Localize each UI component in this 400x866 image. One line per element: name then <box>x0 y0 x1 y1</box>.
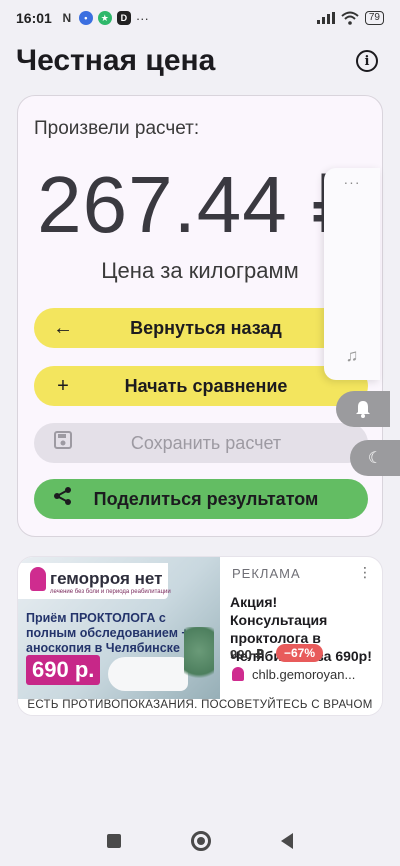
music-icon[interactable]: ♫ <box>324 346 380 366</box>
result-label: Произвели расчет: <box>34 118 200 139</box>
back-nav-button[interactable] <box>281 833 293 849</box>
ad-banner[interactable]: геморроя нет лечение без боли и периода … <box>17 556 383 716</box>
ad-disclaimer: ЕСТЬ ПРОТИВОПОКАЗАНИЯ. ПОСОВЕТУЙТЕСЬ С В… <box>18 699 382 715</box>
green-app-icon: ★ <box>97 11 112 25</box>
signal-icon <box>316 12 335 24</box>
moon-glyph: ☾ <box>367 450 383 467</box>
status-right: 79 <box>316 11 384 25</box>
save-button[interactable]: Сохранить расчет <box>34 423 368 463</box>
floating-side-panel[interactable]: ··· ♫ <box>324 168 380 380</box>
back-button[interactable]: ← Вернуться назад <box>34 308 368 348</box>
compare-button[interactable]: + Начать сравнение <box>34 366 368 406</box>
nfc-icon: N <box>62 11 72 25</box>
bell-icon[interactable] <box>336 391 390 427</box>
save-icon <box>52 431 74 455</box>
ad-domain-icon <box>232 667 244 681</box>
ad-discount-badge: −67% <box>276 644 324 662</box>
share-button[interactable]: Поделиться результатом <box>34 479 368 519</box>
more-notifications-icon: ··· <box>135 10 149 26</box>
ad-brand-subtitle: лечение без боли и периода реабилитации <box>50 589 171 595</box>
status-time: 16:01 <box>16 10 52 26</box>
ad-brand: геморроя нет <box>50 569 163 588</box>
ad-price: 990 ₽ <box>230 647 265 662</box>
home-button[interactable] <box>191 831 211 851</box>
compare-button-label: Начать сравнение <box>124 375 288 396</box>
info-glyph: i <box>364 53 370 69</box>
info-icon[interactable]: i <box>356 50 378 72</box>
page-title: Честная цена <box>16 44 216 77</box>
system-nav-bar <box>0 816 400 866</box>
ad-more-icon[interactable]: ⋮ <box>358 564 372 581</box>
panel-dots-icon[interactable]: ··· <box>324 174 380 190</box>
recents-button[interactable] <box>107 834 121 848</box>
ad-plant-image <box>184 627 214 687</box>
share-button-label: Поделиться результатом <box>93 488 319 509</box>
d-app-icon: D <box>116 11 131 25</box>
ad-domain-link[interactable]: chlb.gemoroyan... <box>252 667 355 682</box>
ad-label: РЕКЛАМА <box>232 566 301 581</box>
wifi-icon <box>341 11 359 25</box>
ad-brand-logo-icon <box>30 567 46 591</box>
ad-glove-image <box>108 657 188 691</box>
share-icon <box>52 486 74 512</box>
moon-icon[interactable]: ☾ <box>350 440 400 476</box>
battery-icon: 79 <box>364 11 384 25</box>
plus-icon: + <box>57 374 69 397</box>
status-bar: 16:01 N • ★ D ··· 79 <box>0 0 400 36</box>
ad-image[interactable]: геморроя нет лечение без боли и периода … <box>18 557 220 703</box>
notification-icons: N • ★ D ··· <box>60 10 149 26</box>
message-icon: • <box>78 11 93 25</box>
arrow-left-icon: ← <box>53 316 73 339</box>
save-button-label: Сохранить расчет <box>130 432 282 453</box>
ad-promo-price: 690 р. <box>26 655 101 685</box>
